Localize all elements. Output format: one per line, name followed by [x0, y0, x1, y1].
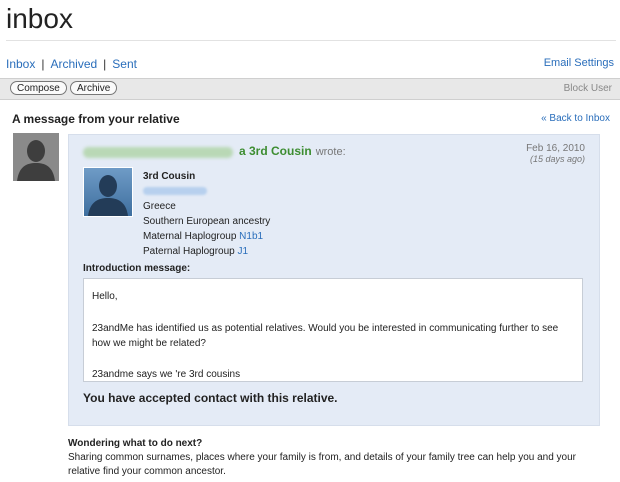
- intro-heading: Introduction message:: [83, 263, 191, 274]
- back-to-inbox-link[interactable]: « Back to Inbox: [541, 113, 610, 124]
- title-divider: [6, 40, 616, 41]
- sender-line: a 3rd Cousin wrote:: [83, 144, 346, 158]
- message-panel: a 3rd Cousin wrote: Feb 16, 2010 (15 days…: [68, 134, 600, 426]
- intro-footer: 23andme says we 're 3rd cousins: [92, 369, 241, 380]
- email-settings-link[interactable]: Email Settings: [544, 57, 614, 69]
- intro-greeting: Hello,: [92, 291, 118, 302]
- paternal-haplogroup-link[interactable]: J1: [238, 246, 249, 257]
- intro-message-box: Hello, 23andMe has identified us as pote…: [83, 278, 583, 382]
- nav-sent-link[interactable]: Sent: [112, 57, 137, 71]
- sender-avatar-icon: [13, 133, 59, 181]
- date-ago: (15 days ago): [529, 154, 585, 164]
- compose-button[interactable]: Compose: [10, 81, 67, 95]
- nav-archived-link[interactable]: Archived: [50, 57, 97, 71]
- message-toolbar: Compose Archive Block User: [0, 78, 620, 100]
- sender-name-redacted[interactable]: [83, 146, 233, 158]
- nav-separator: |: [103, 57, 107, 71]
- relative-avatar-icon: [83, 167, 133, 217]
- mailbox-nav: Inbox | Archived | Sent: [6, 56, 137, 72]
- relative-profile-info: 3rd Cousin Greece Southern European ance…: [143, 169, 270, 259]
- relationship-label: a 3rd Cousin: [239, 144, 312, 158]
- profile-link-redacted[interactable]: [143, 187, 207, 196]
- accepted-status: You have accepted contact with this rela…: [83, 391, 338, 405]
- paternal-label: Paternal Haplogroup: [143, 246, 235, 257]
- profile-relation: 3rd Cousin: [143, 171, 196, 182]
- wrote-label: wrote:: [315, 146, 346, 158]
- profile-maternal: Maternal Haplogroup N1b1: [143, 229, 270, 244]
- page-title: inbox: [6, 3, 73, 34]
- profile-paternal: Paternal Haplogroup J1: [143, 244, 270, 259]
- relative-profile-card: 3rd Cousin Greece Southern European ance…: [83, 167, 333, 257]
- profile-country: Greece: [143, 201, 176, 212]
- message-date: Feb 16, 2010 (15 days ago): [526, 143, 585, 165]
- intro-body: 23andMe has identified us as potential r…: [92, 323, 559, 349]
- message-heading: A message from your relative: [12, 112, 180, 126]
- maternal-label: Maternal Haplogroup: [143, 231, 237, 242]
- archive-button[interactable]: Archive: [70, 81, 118, 95]
- maternal-haplogroup-link[interactable]: N1b1: [239, 231, 263, 242]
- next-steps-text: Sharing common surnames, places where yo…: [68, 452, 577, 477]
- next-steps-heading: Wondering what to do next?: [68, 438, 203, 449]
- profile-ancestry: Southern European ancestry: [143, 216, 271, 227]
- nav-separator: |: [41, 57, 45, 71]
- date-text: Feb 16, 2010: [526, 143, 585, 154]
- block-user-button[interactable]: Block User: [564, 83, 612, 94]
- nav-inbox-link[interactable]: Inbox: [6, 57, 35, 71]
- profile-name-redacted: [143, 184, 270, 199]
